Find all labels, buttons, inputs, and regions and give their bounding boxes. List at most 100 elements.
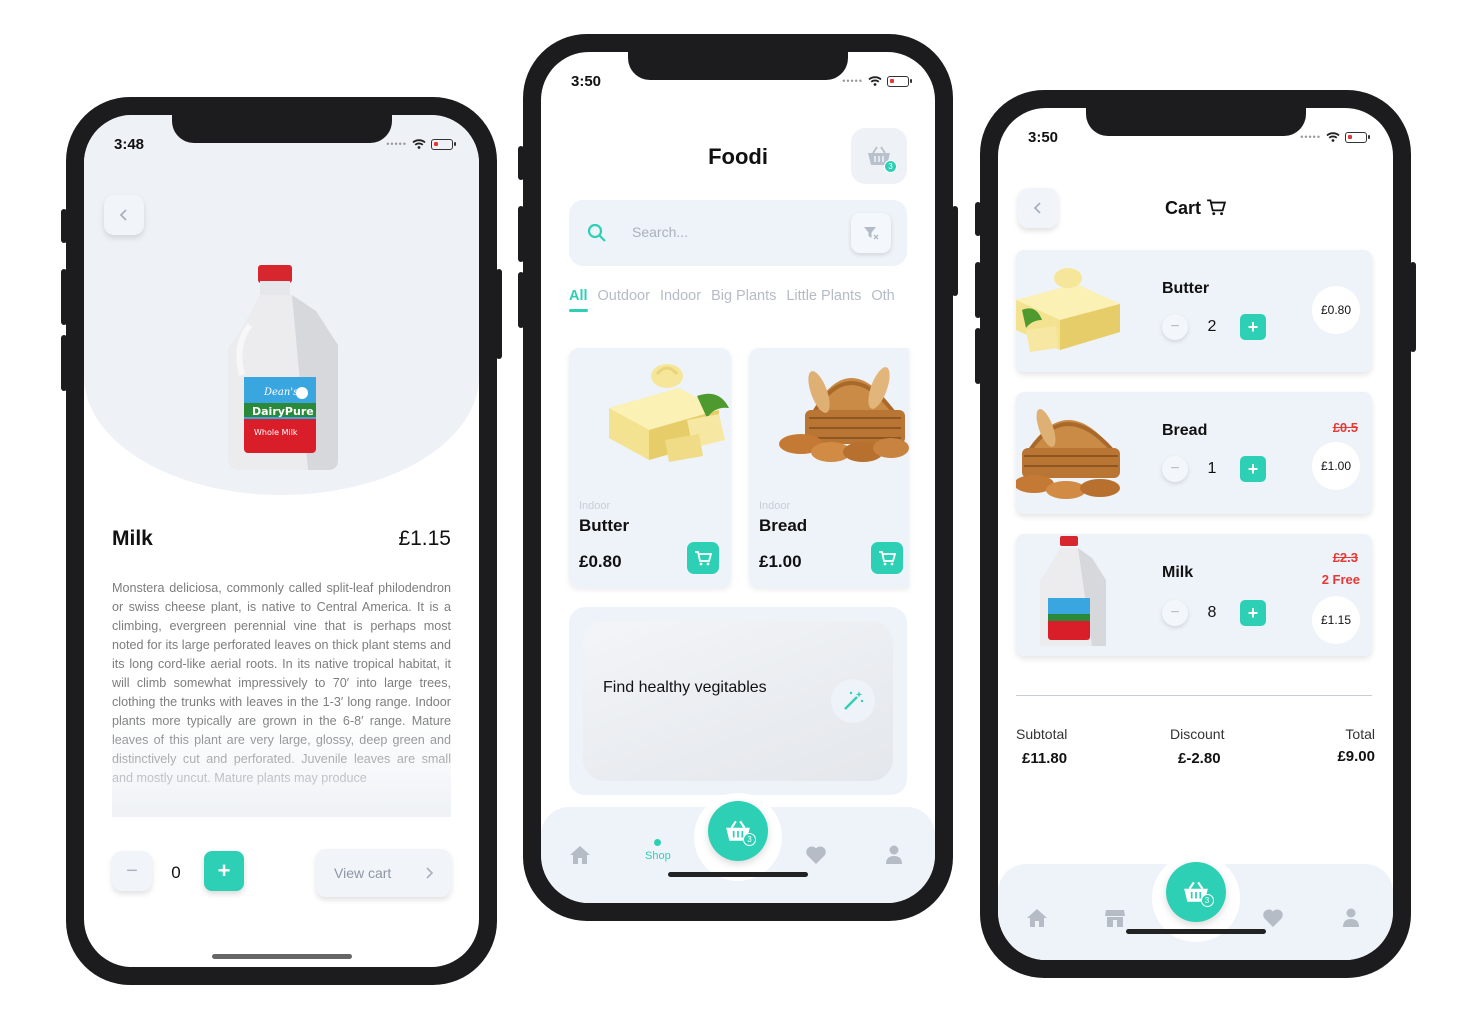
total-value: £9.00 [1337,748,1375,765]
product-title: Milk [112,527,153,550]
increase-quantity-button[interactable]: + [1240,600,1266,626]
increase-quantity-button[interactable]: + [1240,456,1266,482]
battery-icon [1345,131,1370,143]
basket-fab-button[interactable]: 3 [1165,862,1226,922]
tab-all[interactable]: All [569,288,588,304]
discount-value: £-2.80 [1178,750,1221,767]
heart-icon [806,846,826,864]
view-cart-button[interactable]: View cart [316,849,451,897]
product-price: £0.80 [579,552,622,571]
butter-image [609,364,729,462]
milk-type-text: Whole Milk [254,428,298,437]
category-tabs: All Outdoor Indoor Big Plants Little Plants O… [569,288,907,312]
user-icon [886,845,902,864]
product-name: Bread [759,516,808,535]
item-price: £1.00 [1312,442,1360,490]
side-button [61,209,67,243]
nav-profile[interactable] [885,845,903,865]
promo-action-button[interactable] [831,679,875,723]
item-name: Bread [1162,422,1208,439]
filter-icon [864,227,879,240]
battery-icon [431,138,456,150]
phone-cart: 3:50 ••••• Cart Butter − 2 + £0.80 Bread… [975,90,1416,978]
active-dot [654,839,662,846]
filter-button[interactable] [851,213,891,253]
wifi-icon [412,139,426,149]
phone-shop: 3:50 ••••• Foodi 3 Search... All Outdoor… [518,34,958,921]
battery-icon [887,75,912,87]
decrease-quantity-button[interactable]: − [1162,600,1188,626]
cart-icon [1207,199,1227,216]
subtotal-label: Subtotal [1016,726,1068,742]
decrease-quantity-button[interactable]: − [112,851,152,891]
product-price: £1.15 [398,527,451,550]
item-free-badge: 2 Free [1321,572,1360,587]
product-category: Indoor [579,500,611,512]
decrease-quantity-button[interactable]: − [1162,456,1188,482]
nav-favorites[interactable] [805,845,827,865]
add-to-cart-button[interactable] [687,542,719,574]
bread-basket-image [779,367,909,462]
quantity-value: 0 [171,863,181,882]
page-title: Cart [998,198,1393,219]
product-card-bread[interactable]: Indoor Bread £1.00 [749,348,909,588]
screen: 3:48 ••••• Dean's DairyPure Whole Milk M… [84,115,479,967]
chevron-left-icon [119,209,127,221]
nav-profile[interactable] [1342,908,1360,928]
product-name: Butter [579,516,630,535]
item-price: £1.15 [1312,596,1360,644]
wifi-icon [868,76,882,86]
side-button [975,202,981,236]
nav-home[interactable] [569,845,591,865]
side-button [61,269,67,325]
cart-count-badge: 3 [743,833,756,846]
subtotal-value: £11.80 [1022,750,1068,767]
magic-wand-icon [844,691,864,710]
home-indicator [1125,929,1266,934]
side-button [975,328,981,384]
side-button [518,272,524,328]
item-name: Milk [1162,564,1194,581]
nav-home[interactable] [1026,908,1048,928]
search-icon [587,223,606,242]
product-category: Indoor [759,500,791,512]
decrease-quantity-button[interactable]: − [1162,314,1188,340]
description-fade [112,715,451,817]
tab-other[interactable]: Oth [871,288,894,304]
basket-fab-button[interactable]: 3 [708,801,768,861]
search-input[interactable]: Search... [632,224,688,240]
tab-big-plants[interactable]: Big Plants [711,288,776,304]
side-button [1410,262,1416,352]
milk-brand-text: Dean's [263,387,298,398]
tab-indoor[interactable]: Indoor [660,288,701,304]
cart-item: Bread £0.5 − 1 + £1.00 [1016,392,1372,514]
side-button [952,206,958,296]
milk-line-text: DairyPure [252,405,314,418]
item-quantity: 8 [1207,604,1217,621]
nav-shop[interactable] [1104,908,1126,928]
increase-quantity-button[interactable]: + [1240,314,1266,340]
phone-product-detail: 3:48 ••••• Dean's DairyPure Whole Milk M… [61,97,502,985]
item-quantity: 1 [1207,460,1217,477]
cart-icon [695,551,712,566]
add-to-cart-button[interactable] [871,542,903,574]
user-icon [1343,908,1359,927]
back-button[interactable] [104,195,144,235]
item-price: £0.80 [1312,286,1360,334]
product-hero: Dean's DairyPure Whole Milk [84,115,479,495]
screen: 3:50 ••••• Foodi 3 Search... All Outdoor… [541,52,935,903]
cart-button[interactable]: 3 [851,128,907,184]
side-button [61,335,67,391]
promo-banner[interactable]: Find healthy vegitables [569,607,907,795]
nav-favorites[interactable] [1262,908,1284,928]
product-card-butter[interactable]: Indoor Butter £0.80 [569,348,731,588]
product-price: £1.00 [759,552,802,571]
tab-outdoor[interactable]: Outdoor [598,288,650,304]
nav-shop[interactable]: Shop [645,839,671,862]
item-old-price: £0.5 [1332,420,1358,435]
increase-quantity-button[interactable]: + [204,851,244,891]
search-bar[interactable]: Search... [569,200,907,266]
milk-jug-image [1040,536,1106,646]
tab-little-plants[interactable]: Little Plants [786,288,861,304]
status-time: 3:50 [1028,128,1059,146]
